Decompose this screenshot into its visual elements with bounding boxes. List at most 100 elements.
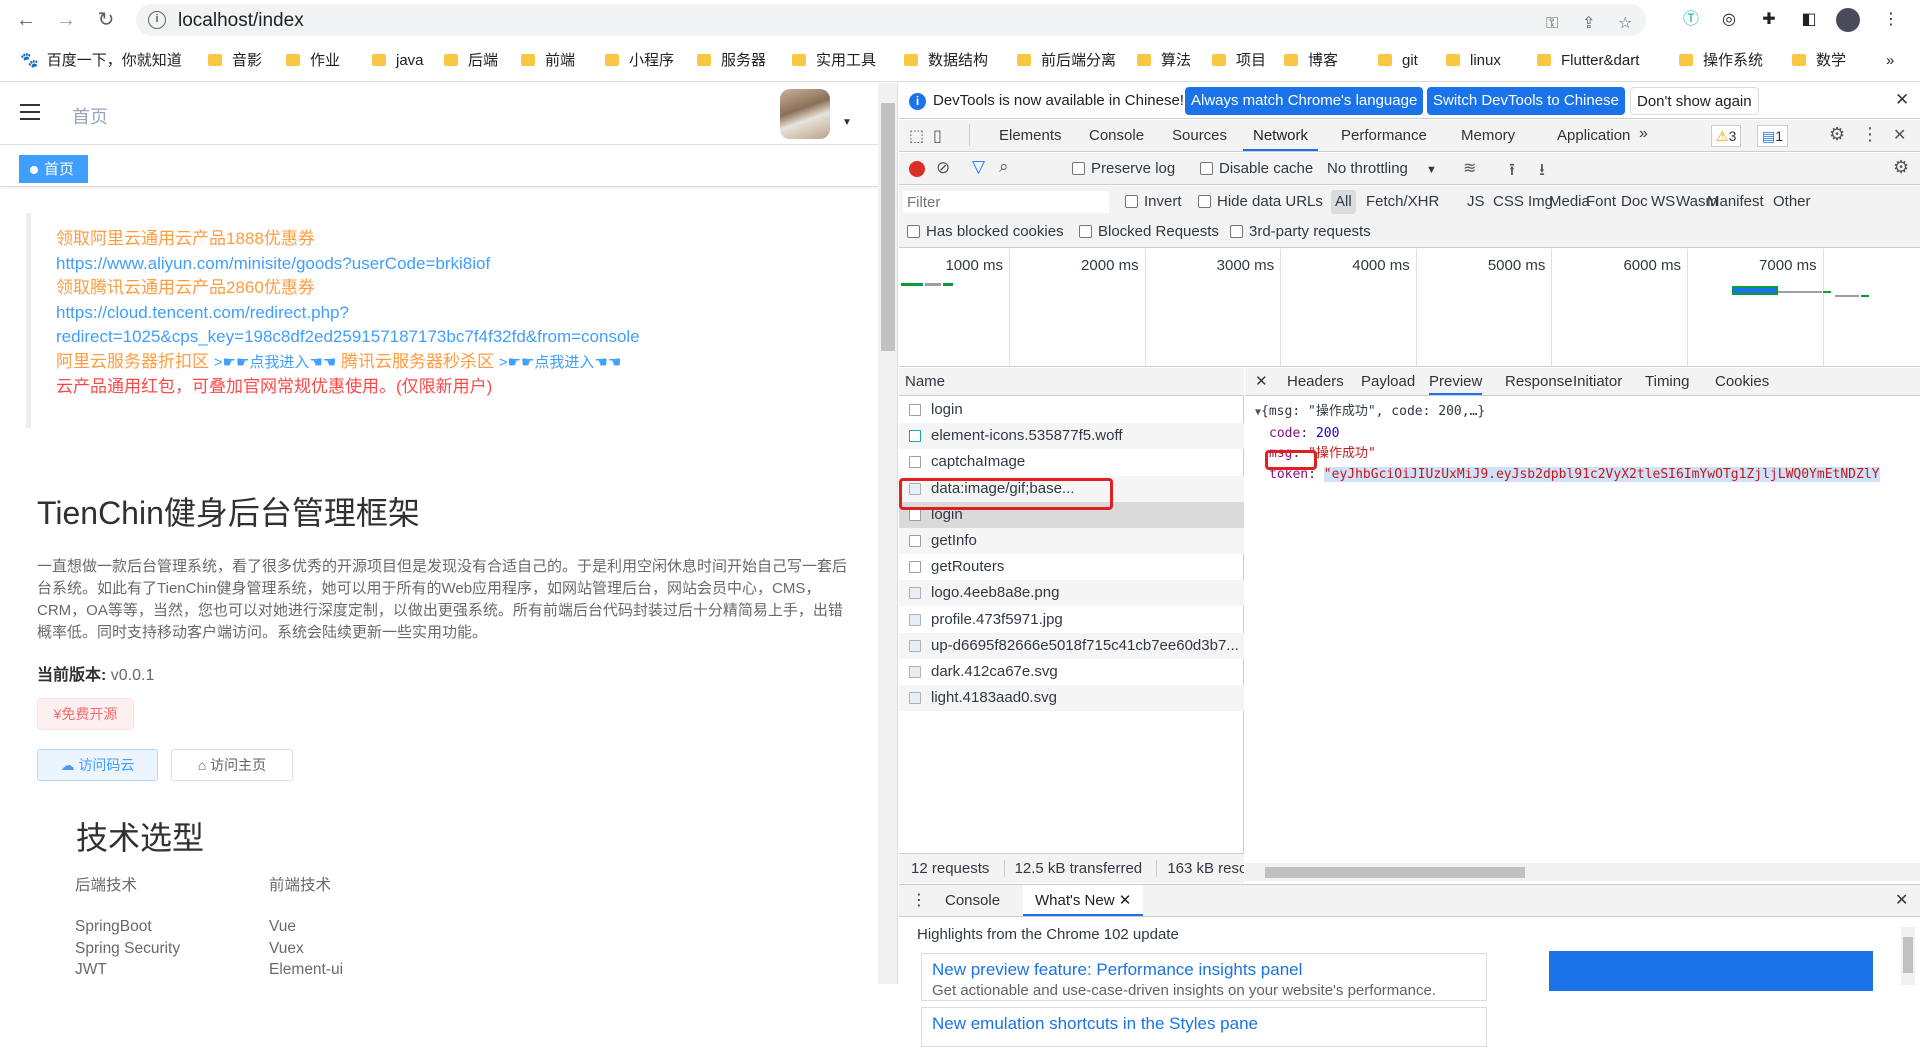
- back-icon[interactable]: ←: [14, 8, 38, 32]
- type-filter-other[interactable]: Other: [1773, 193, 1811, 210]
- hamburger-icon[interactable]: [20, 104, 40, 121]
- drawer-scrollbar[interactable]: [1901, 927, 1915, 985]
- caret-down-icon[interactable]: ▼: [842, 117, 852, 128]
- throttling-select[interactable]: No throttling ▼: [1327, 160, 1437, 177]
- bookmarks-overflow-icon[interactable]: »: [1886, 50, 1894, 72]
- menu-icon[interactable]: ⋮: [1878, 7, 1904, 33]
- type-filter-manifest[interactable]: Manifest: [1707, 193, 1764, 210]
- detail-tab-response[interactable]: Response: [1505, 368, 1573, 395]
- bookmark-item[interactable]: 🐾 百度一下，你就知道: [20, 50, 182, 72]
- tab-sources[interactable]: Sources: [1172, 120, 1227, 151]
- promo-link-tencent-2[interactable]: redirect=1025&cps_key=198c8df2ed25915718…: [56, 325, 866, 350]
- extension-icon[interactable]: ◎: [1716, 7, 1742, 33]
- search-icon[interactable]: ⌕: [999, 157, 1009, 177]
- side-panel-icon[interactable]: ◧: [1796, 7, 1822, 33]
- detail-tab-headers[interactable]: Headers: [1287, 368, 1344, 395]
- inspect-icon[interactable]: ⬚: [909, 126, 924, 146]
- type-filter-js[interactable]: JS: [1467, 193, 1485, 210]
- name-column-header[interactable]: Name: [899, 368, 1244, 396]
- bookmark-folder[interactable]: 服务器: [697, 50, 766, 72]
- more-tabs-icon[interactable]: »: [1639, 125, 1648, 143]
- network-settings-gear-icon[interactable]: ⚙: [1893, 157, 1909, 178]
- device-toolbar-icon[interactable]: ▯: [933, 126, 942, 146]
- card-title[interactable]: New emulation shortcuts in the Styles pa…: [932, 1014, 1476, 1034]
- breadcrumb[interactable]: 首页: [72, 103, 108, 129]
- bookmark-folder[interactable]: Flutter&dart: [1537, 50, 1639, 72]
- hide-data-urls-checkbox[interactable]: Hide data URLs: [1198, 193, 1323, 210]
- bookmark-folder[interactable]: 数据结构: [904, 50, 988, 72]
- address-bar-url[interactable]: localhost/index: [178, 10, 304, 32]
- type-filter-css[interactable]: CSS: [1493, 193, 1524, 210]
- profile-avatar[interactable]: [1836, 8, 1860, 32]
- address-bar[interactable]: i localhost/index ⚿ ⇪ ☆: [136, 4, 1646, 36]
- scrollbar-thumb[interactable]: [1265, 867, 1525, 878]
- detail-tab-cookies[interactable]: Cookies: [1715, 368, 1769, 395]
- close-icon[interactable]: ✕: [1119, 892, 1132, 909]
- whats-new-card[interactable]: New preview feature: Performance insight…: [921, 953, 1487, 1001]
- request-row[interactable]: light.4183aad0.svg: [899, 685, 1244, 712]
- checkbox-box[interactable]: [1072, 162, 1085, 175]
- third-party-checkbox[interactable]: 3rd-party requests: [1230, 223, 1371, 240]
- checkbox-box[interactable]: [1079, 225, 1092, 238]
- tag-home[interactable]: 首页: [19, 155, 88, 183]
- checkbox-box[interactable]: [1230, 225, 1243, 238]
- close-infobar-icon[interactable]: ✕: [1895, 90, 1909, 110]
- checkbox-box[interactable]: [1125, 195, 1138, 208]
- blocked-requests-checkbox[interactable]: Blocked Requests: [1079, 223, 1219, 240]
- bookmark-folder[interactable]: linux: [1446, 50, 1501, 72]
- checkbox-box[interactable]: [907, 225, 920, 238]
- detail-tab-timing[interactable]: Timing: [1645, 368, 1689, 395]
- type-filter-ws[interactable]: WS: [1651, 193, 1675, 210]
- promo-link-aliyun[interactable]: https://www.aliyun.com/minisite/goods?us…: [56, 252, 866, 277]
- scrollbar-thumb[interactable]: [1903, 937, 1913, 973]
- visit-home-button[interactable]: ⌂ 访问主页: [171, 749, 293, 781]
- filter-icon[interactable]: ▽: [972, 157, 985, 177]
- horizontal-scrollbar[interactable]: [1245, 863, 1920, 881]
- disable-cache-checkbox[interactable]: Disable cache: [1200, 160, 1313, 177]
- request-row[interactable]: dark.412ca67e.svg: [899, 659, 1244, 685]
- network-conditions-icon[interactable]: ≋: [1463, 158, 1476, 178]
- type-filter-font[interactable]: Font: [1586, 193, 1616, 210]
- network-overview-timeline[interactable]: 1000 ms 2000 ms 3000 ms 4000 ms 5000 ms 6000 …: [899, 249, 1920, 367]
- bookmark-folder[interactable]: 实用工具: [792, 50, 876, 72]
- warnings-badge[interactable]: ⚠3: [1711, 125, 1742, 147]
- bookmark-folder[interactable]: 音影: [208, 50, 262, 72]
- invert-checkbox[interactable]: Invert: [1125, 193, 1182, 210]
- bookmark-folder[interactable]: 博客: [1284, 50, 1338, 72]
- switch-chinese-button[interactable]: Switch DevTools to Chinese: [1427, 87, 1625, 115]
- dont-show-again-button[interactable]: Don't show again: [1630, 87, 1759, 115]
- messages-badge[interactable]: ▤1: [1757, 125, 1789, 147]
- promo-link-tencent-1[interactable]: https://cloud.tencent.com/redirect.php?: [56, 301, 866, 326]
- bookmark-folder[interactable]: java: [372, 50, 424, 72]
- drawer-tab-whats-new[interactable]: What's New ✕: [1023, 885, 1144, 916]
- tab-network[interactable]: Network: [1243, 120, 1319, 151]
- detail-tab-initiator[interactable]: Initiator: [1573, 368, 1622, 395]
- token-value[interactable]: "eyJhbGciOiJIUzUxMiJ9.eyJsb2dpbl91c2VyX2…: [1323, 466, 1880, 482]
- tencent-server-link[interactable]: >☛☛点我进入☚☚: [499, 354, 622, 371]
- drawer-menu-icon[interactable]: ⋮: [911, 890, 927, 910]
- bookmark-folder[interactable]: 数学: [1792, 50, 1846, 72]
- checkbox-box[interactable]: [1200, 162, 1213, 175]
- bookmark-folder[interactable]: 项目: [1212, 50, 1266, 72]
- request-row[interactable]: captchaImage: [899, 449, 1244, 475]
- filter-input[interactable]: [903, 191, 1109, 213]
- bookmark-folder[interactable]: 前端: [521, 50, 575, 72]
- bookmark-folder[interactable]: 后端: [444, 50, 498, 72]
- scrollbar-thumb[interactable]: [881, 103, 895, 351]
- request-row[interactable]: element-icons.535877f5.woff: [899, 423, 1244, 450]
- bookmark-folder[interactable]: 作业: [286, 50, 340, 72]
- request-row[interactable]: getInfo: [899, 528, 1244, 554]
- type-filter-media[interactable]: Media: [1549, 193, 1590, 210]
- bookmark-folder[interactable]: 操作系统: [1679, 50, 1763, 72]
- tab-console[interactable]: Console: [1089, 120, 1144, 151]
- close-detail-icon[interactable]: ✕: [1255, 372, 1268, 390]
- drawer-tab-console[interactable]: Console: [945, 885, 1000, 916]
- close-devtools-icon[interactable]: ✕: [1893, 125, 1906, 145]
- whats-new-card[interactable]: New emulation shortcuts in the Styles pa…: [921, 1007, 1487, 1047]
- tab-elements[interactable]: Elements: [999, 120, 1062, 151]
- aliyun-server-link[interactable]: >☛☛点我进入☚☚: [214, 354, 337, 371]
- forward-icon[interactable]: →: [54, 8, 78, 32]
- clear-icon[interactable]: ⊘: [936, 158, 950, 178]
- json-root[interactable]: ▼{msg: "操作成功", code: 200,…}: [1255, 402, 1880, 424]
- card-title[interactable]: New preview feature: Performance insight…: [932, 960, 1476, 980]
